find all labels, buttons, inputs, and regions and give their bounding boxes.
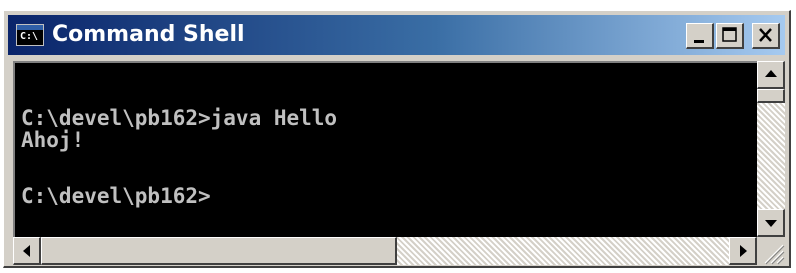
scroll-up-arrow-icon [765,70,777,77]
close-button[interactable] [752,23,780,49]
minimize-icon [694,40,704,43]
command-shell-window: C:\ Command Shell C:\devel\pb162>java He… [3,10,791,268]
command-prompt-icon[interactable]: C:\ [16,24,44,46]
horizontal-scrollbar[interactable] [13,237,757,265]
vertical-scrollbar[interactable] [757,61,785,237]
console-line: C:\devel\pb162> [21,184,211,208]
scroll-down-button[interactable] [757,209,785,237]
window-title: Command Shell [52,22,245,47]
scroll-up-button[interactable] [757,61,785,89]
icon-label: C:\ [20,31,39,42]
maximize-button[interactable] [716,23,744,49]
console-line: C:\devel\pb162>java Hello [21,106,338,130]
scroll-left-arrow-icon [23,245,30,257]
scroll-right-arrow-icon [740,245,747,257]
console-line: Ahoj! [21,128,85,152]
console-output[interactable]: C:\devel\pb162>java Hello Ahoj! C:\devel… [13,61,757,237]
scroll-down-arrow-icon [765,220,777,227]
resize-grip[interactable] [757,237,785,265]
icon-title-strip [17,25,43,30]
title-bar[interactable]: C:\ Command Shell [8,15,785,55]
maximize-icon [722,27,737,42]
minimize-button[interactable] [686,23,714,49]
scroll-left-button[interactable] [13,237,41,265]
resize-grip-icon [764,244,785,265]
scroll-right-button[interactable] [729,237,757,265]
close-icon [759,28,772,42]
horizontal-scroll-thumb[interactable] [41,237,397,265]
vertical-scroll-thumb[interactable] [757,89,785,103]
